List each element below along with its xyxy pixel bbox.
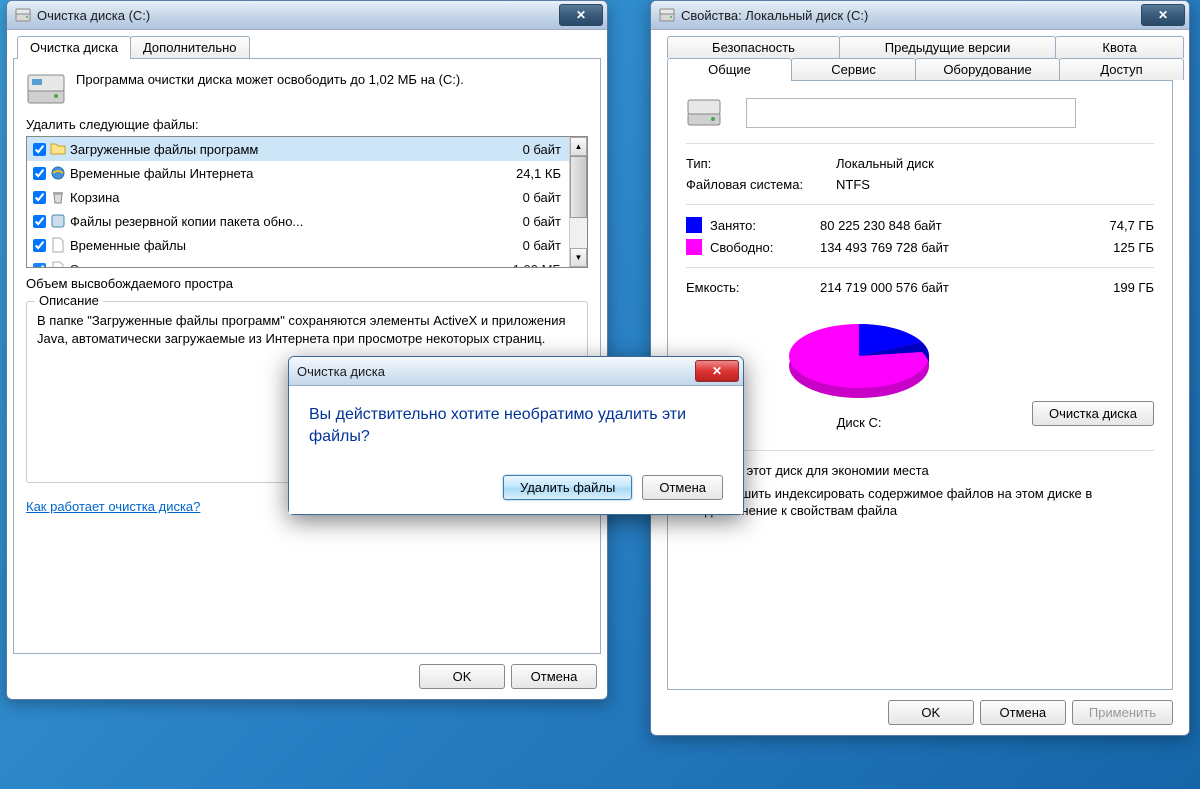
file-name: Файлы резервной копии пакета обно... (70, 214, 481, 229)
cleanup-titlebar[interactable]: Очистка диска (C:) ✕ (7, 1, 607, 30)
freed-space-label: Объем высвобождаемого простра (26, 276, 588, 291)
file-size: 0 байт (481, 238, 565, 253)
cleanup-cancel-button[interactable]: Отмена (511, 664, 597, 689)
disk-cleanup-button[interactable]: Очистка диска (1032, 401, 1154, 426)
drive-icon (26, 71, 66, 107)
confirm-dialog: Очистка диска ✕ Вы действительно хотите … (288, 356, 744, 515)
file-size: 0 байт (481, 190, 565, 205)
tab-quota[interactable]: Квота (1055, 36, 1184, 58)
capacity-label: Емкость: (686, 280, 820, 295)
tab-cleanup-main[interactable]: Очистка диска (17, 36, 131, 59)
file-name: Временные файлы (70, 238, 481, 253)
cleanup-close-button[interactable]: ✕ (559, 4, 603, 26)
index-label: Разрешить индексировать содержимое файло… (705, 486, 1154, 520)
description-text: В папке "Загруженные файлы программ" сох… (37, 312, 577, 348)
tab-cleanup-more[interactable]: Дополнительно (130, 36, 250, 58)
cleanup-intro-text: Программа очистки диска может освободить… (76, 71, 464, 107)
file-name: Временные файлы Интернета (70, 166, 481, 181)
cleanup-title: Очистка диска (C:) (37, 8, 559, 23)
file-row[interactable]: Временные файлы 0 байт (27, 233, 569, 257)
drive-icon (659, 7, 675, 23)
fs-value: NTFS (836, 177, 870, 192)
file-row[interactable]: Эскизы 1,00 МБ (27, 257, 569, 268)
type-label: Тип: (686, 156, 836, 171)
used-label: Занято: (710, 218, 820, 233)
capacity-bytes: 214 719 000 576 байт (820, 280, 1084, 295)
file-list: Загруженные файлы программ 0 байт Времен… (26, 136, 588, 268)
file-name: Загруженные файлы программ (70, 142, 481, 157)
used-bytes: 80 225 230 848 байт (820, 218, 1084, 233)
confirm-delete-button[interactable]: Удалить файлы (503, 475, 632, 500)
file-name: Эскизы (70, 262, 481, 269)
file-checkbox[interactable] (33, 143, 46, 156)
file-row[interactable]: Корзина 0 байт (27, 185, 569, 209)
cleanup-ok-button[interactable]: OK (419, 664, 505, 689)
scroll-thumb[interactable] (570, 156, 587, 218)
file-size: 0 байт (481, 142, 565, 157)
props-close-button[interactable]: ✕ (1141, 4, 1185, 26)
drive-cleanup-icon (15, 7, 31, 23)
ie-icon (50, 165, 66, 181)
confirm-titlebar[interactable]: Очистка диска ✕ (289, 357, 743, 386)
disk-cleanup-window: Очистка диска (C:) ✕ Очистка диска Допол… (6, 0, 608, 700)
confirm-title: Очистка диска (297, 364, 695, 379)
tab-hardware[interactable]: Оборудование (915, 58, 1060, 80)
props-apply-button[interactable]: Применить (1072, 700, 1173, 725)
props-title: Свойства: Локальный диск (C:) (681, 8, 1141, 23)
disk-name-input[interactable] (746, 98, 1076, 128)
disk-usage-pie-chart (774, 311, 944, 411)
backup-icon (50, 213, 66, 229)
confirm-cancel-button[interactable]: Отмена (642, 475, 723, 500)
how-it-works-link[interactable]: Как работает очистка диска? (26, 499, 200, 514)
file-checkbox[interactable] (33, 239, 46, 252)
file-row[interactable]: Временные файлы Интернета 24,1 КБ (27, 161, 569, 185)
file-checkbox[interactable] (33, 263, 46, 269)
props-titlebar[interactable]: Свойства: Локальный диск (C:) ✕ (651, 1, 1189, 30)
file-name: Корзина (70, 190, 481, 205)
tab-service[interactable]: Сервис (791, 58, 916, 80)
used-gb: 74,7 ГБ (1084, 218, 1154, 233)
file-icon (50, 261, 66, 268)
free-bytes: 134 493 769 728 байт (820, 240, 1084, 255)
props-ok-button[interactable]: OK (888, 700, 974, 725)
file-row[interactable]: Загруженные файлы программ 0 байт (27, 137, 569, 161)
confirm-message: Вы действительно хотите необратимо удали… (309, 404, 723, 449)
used-color-swatch (686, 217, 702, 233)
confirm-close-button[interactable]: ✕ (695, 360, 739, 382)
file-size: 24,1 КБ (481, 166, 565, 181)
tab-prev-versions[interactable]: Предыдущие версии (839, 36, 1056, 58)
fs-label: Файловая система: (686, 177, 836, 192)
file-icon (50, 237, 66, 253)
tab-general[interactable]: Общие (667, 58, 792, 81)
description-groupbox-title: Описание (35, 293, 103, 308)
file-checkbox[interactable] (33, 191, 46, 204)
file-row[interactable]: Файлы резервной копии пакета обно... 0 б… (27, 209, 569, 233)
drive-icon (686, 95, 722, 131)
file-list-scrollbar[interactable]: ▲ ▼ (569, 137, 587, 267)
scroll-down-arrow[interactable]: ▼ (570, 248, 587, 267)
scroll-up-arrow[interactable]: ▲ (570, 137, 587, 156)
tab-security[interactable]: Безопасность (667, 36, 840, 58)
recycle-bin-icon (50, 189, 66, 205)
tab-sharing[interactable]: Доступ (1059, 58, 1184, 80)
type-value: Локальный диск (836, 156, 934, 171)
file-checkbox[interactable] (33, 215, 46, 228)
free-label: Свободно: (710, 240, 820, 255)
folder-icon (50, 141, 66, 157)
free-color-swatch (686, 239, 702, 255)
props-cancel-button[interactable]: Отмена (980, 700, 1066, 725)
capacity-gb: 199 ГБ (1084, 280, 1154, 295)
file-checkbox[interactable] (33, 167, 46, 180)
free-gb: 125 ГБ (1084, 240, 1154, 255)
delete-files-label: Удалить следующие файлы: (26, 117, 588, 132)
file-size: 1,00 МБ (481, 262, 565, 269)
file-size: 0 байт (481, 214, 565, 229)
